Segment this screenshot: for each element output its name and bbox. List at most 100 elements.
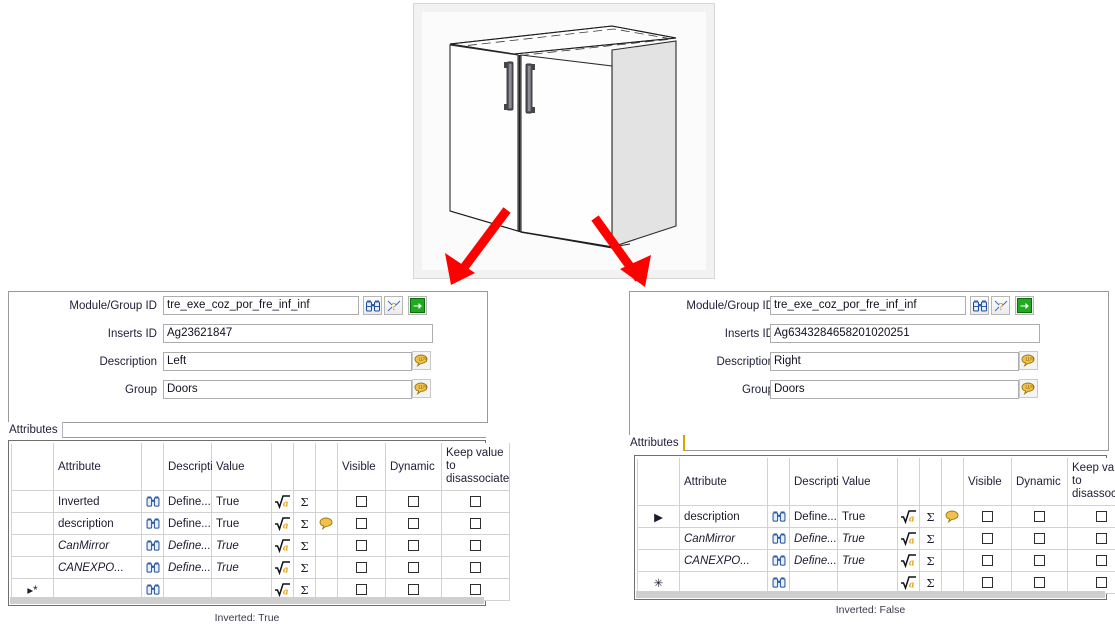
tab-attributes-left[interactable]: Attributes bbox=[8, 422, 63, 438]
cell-value[interactable]: True bbox=[837, 505, 898, 528]
cell-find-button[interactable] bbox=[141, 556, 164, 579]
cell-value[interactable]: True bbox=[211, 490, 272, 513]
row-marker[interactable] bbox=[637, 527, 680, 550]
cell-formula-button[interactable]: a bbox=[271, 556, 294, 579]
th-comment-left[interactable] bbox=[315, 443, 338, 491]
cell-comment-button[interactable] bbox=[315, 490, 338, 513]
cell-dynamic-checkbox[interactable] bbox=[385, 534, 442, 557]
cell-find-button[interactable] bbox=[141, 512, 164, 535]
th-value-right[interactable]: Value bbox=[837, 458, 898, 506]
checkbox[interactable] bbox=[982, 554, 993, 566]
checkbox[interactable] bbox=[408, 517, 419, 529]
th-find-left[interactable] bbox=[141, 443, 164, 491]
cell-value[interactable]: True bbox=[837, 549, 898, 572]
checkbox[interactable] bbox=[1034, 510, 1045, 522]
row-marker[interactable] bbox=[11, 556, 54, 579]
cell-keep-checkbox[interactable] bbox=[1067, 505, 1115, 528]
cell-visible-checkbox[interactable] bbox=[337, 512, 386, 535]
th-description-right[interactable]: Descripti bbox=[789, 458, 839, 506]
cell-description[interactable]: Define... bbox=[163, 534, 212, 557]
cell-dynamic-checkbox[interactable] bbox=[385, 556, 442, 579]
input-description-right[interactable]: Right bbox=[770, 352, 1019, 371]
checkbox[interactable] bbox=[982, 576, 993, 588]
th-formula-right[interactable] bbox=[897, 458, 920, 506]
th-marker-right[interactable] bbox=[637, 458, 680, 506]
cell-find-button[interactable] bbox=[141, 490, 164, 513]
cell-description[interactable]: Define... bbox=[789, 549, 838, 572]
checkbox[interactable] bbox=[356, 539, 367, 551]
th-value-left[interactable]: Value bbox=[211, 443, 272, 491]
th-comment-right[interactable] bbox=[941, 458, 964, 506]
cell-sum-button[interactable]: Σ bbox=[919, 549, 942, 572]
comment-bubble-icon-description-right[interactable]: LL 33 bbox=[1019, 351, 1038, 370]
cell-visible-checkbox[interactable] bbox=[963, 549, 1012, 572]
input-module-group-id-left[interactable]: tre_exe_coz_por_fre_inf_inf bbox=[163, 296, 359, 315]
checkbox[interactable] bbox=[356, 495, 367, 507]
cell-sum-button[interactable]: Σ bbox=[293, 490, 316, 513]
comment-bubble-icon-group-left[interactable]: LL 33 bbox=[412, 379, 431, 398]
cell-sum-button[interactable]: Σ bbox=[919, 505, 942, 528]
cell-attribute[interactable]: description bbox=[53, 512, 142, 535]
cell-dynamic-checkbox[interactable] bbox=[385, 490, 442, 513]
checkbox[interactable] bbox=[470, 495, 481, 507]
wand-icon-left[interactable]: ? bbox=[384, 296, 403, 315]
cell-find-button[interactable] bbox=[767, 527, 790, 550]
cell-comment-button[interactable] bbox=[941, 505, 964, 528]
cell-dynamic-checkbox[interactable] bbox=[1011, 527, 1068, 550]
checkbox[interactable] bbox=[470, 583, 481, 595]
checkbox[interactable] bbox=[408, 539, 419, 551]
cell-keep-checkbox[interactable] bbox=[1067, 549, 1115, 572]
cell-comment-button[interactable] bbox=[315, 534, 338, 557]
checkbox[interactable] bbox=[470, 561, 481, 573]
cell-keep-checkbox[interactable] bbox=[441, 490, 510, 513]
cell-description[interactable]: Define... bbox=[789, 505, 838, 528]
cell-formula-button[interactable]: a bbox=[897, 527, 920, 550]
cell-visible-checkbox[interactable] bbox=[963, 527, 1012, 550]
binoculars-icon-right[interactable] bbox=[970, 296, 989, 315]
checkbox[interactable] bbox=[408, 561, 419, 573]
input-module-group-id-right[interactable]: tre_exe_coz_por_fre_inf_inf bbox=[770, 296, 966, 315]
cell-description[interactable]: Define... bbox=[163, 556, 212, 579]
cell-attribute[interactable]: CANEXPO... bbox=[53, 556, 142, 579]
cell-find-button[interactable] bbox=[141, 534, 164, 557]
cell-dynamic-checkbox[interactable] bbox=[1011, 505, 1068, 528]
checkbox[interactable] bbox=[1096, 554, 1107, 566]
checkbox[interactable] bbox=[1034, 554, 1045, 566]
th-sum-left[interactable] bbox=[293, 443, 316, 491]
cell-comment-button[interactable] bbox=[941, 549, 964, 572]
tab-attributes-right[interactable]: Attributes bbox=[629, 435, 685, 451]
cell-find-button[interactable] bbox=[767, 549, 790, 572]
checkbox[interactable] bbox=[1096, 510, 1107, 522]
checkbox[interactable] bbox=[982, 532, 993, 544]
cell-formula-button[interactable]: a bbox=[271, 490, 294, 513]
th-formula-left[interactable] bbox=[271, 443, 294, 491]
green-arrow-icon-right[interactable] bbox=[1015, 296, 1034, 315]
checkbox[interactable] bbox=[1034, 576, 1045, 588]
row-marker-current[interactable]: ▶ bbox=[637, 505, 680, 528]
cell-comment-button[interactable] bbox=[941, 527, 964, 550]
cell-sum-button[interactable]: Σ bbox=[293, 512, 316, 535]
th-attribute-left[interactable]: Attribute bbox=[53, 443, 142, 491]
checkbox[interactable] bbox=[1096, 532, 1107, 544]
cell-formula-button[interactable]: a bbox=[897, 549, 920, 572]
checkbox[interactable] bbox=[356, 583, 367, 595]
th-dynamic-right[interactable]: Dynamic bbox=[1011, 458, 1068, 506]
th-attribute-right[interactable]: Attribute bbox=[679, 458, 768, 506]
green-arrow-icon-left[interactable] bbox=[408, 296, 427, 315]
cell-formula-button[interactable]: a bbox=[897, 505, 920, 528]
input-inserts-id-right[interactable]: Ag6343284658201020251 bbox=[770, 324, 1040, 343]
th-keep-value-left[interactable]: Keep value to disassociate bbox=[441, 443, 510, 491]
th-visible-left[interactable]: Visible bbox=[337, 443, 386, 491]
cell-visible-checkbox[interactable] bbox=[337, 534, 386, 557]
th-sum-right[interactable] bbox=[919, 458, 942, 506]
comment-bubble-icon-group-right[interactable]: LL 33 bbox=[1019, 379, 1038, 398]
cell-value[interactable]: True bbox=[211, 512, 272, 535]
th-marker-left[interactable] bbox=[11, 443, 54, 491]
th-visible-right[interactable]: Visible bbox=[963, 458, 1012, 506]
wand-icon-right[interactable]: ? bbox=[991, 296, 1010, 315]
cell-keep-checkbox[interactable] bbox=[441, 556, 510, 579]
cell-sum-button[interactable]: Σ bbox=[293, 534, 316, 557]
row-marker[interactable] bbox=[637, 549, 680, 572]
checkbox[interactable] bbox=[1096, 576, 1107, 588]
cell-sum-button[interactable]: Σ bbox=[919, 527, 942, 550]
